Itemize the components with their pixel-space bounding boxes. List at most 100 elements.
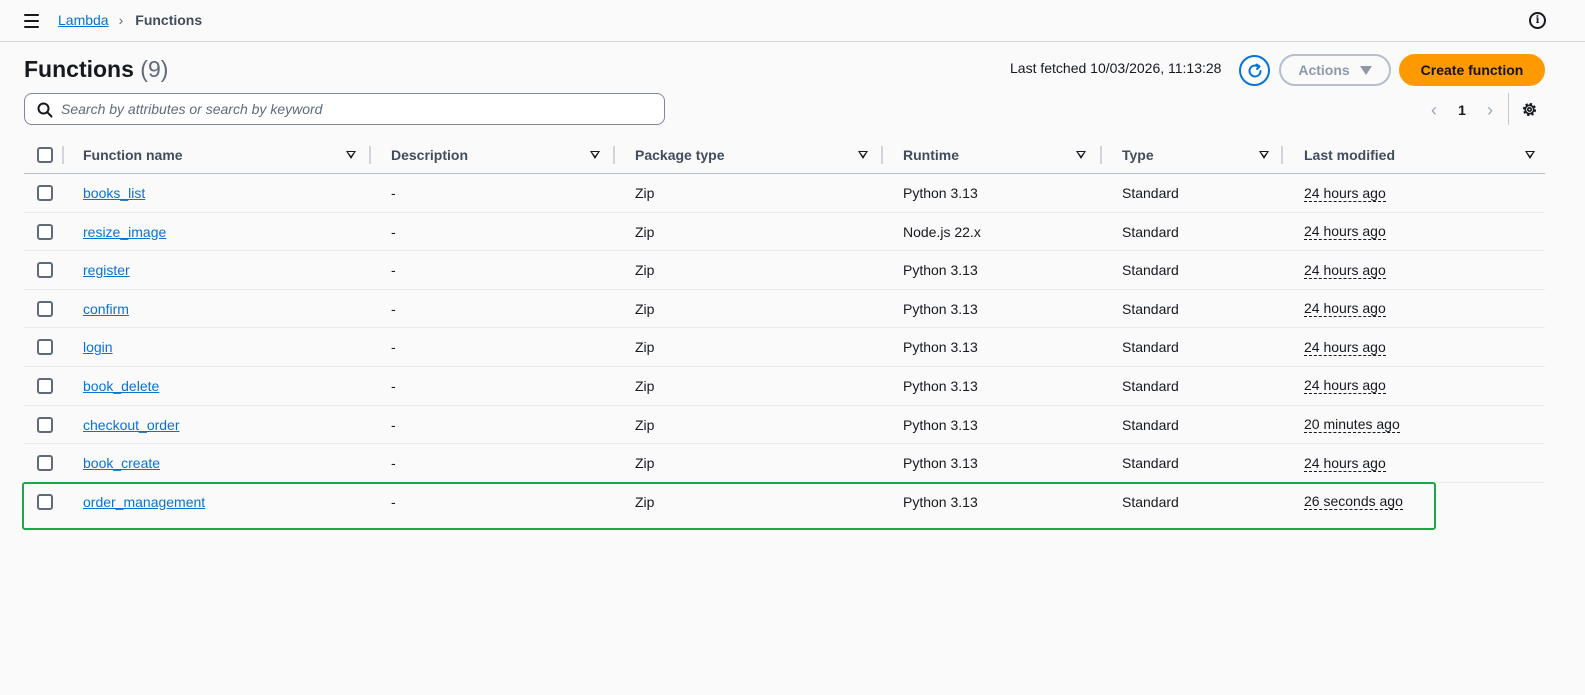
column-header-description[interactable]: Description bbox=[391, 137, 468, 173]
column-divider bbox=[1100, 146, 1102, 164]
function-name-link[interactable]: order_management bbox=[83, 494, 205, 510]
package-type-cell: Zip bbox=[635, 377, 655, 394]
description-cell: - bbox=[391, 185, 396, 201]
type-cell: Standard bbox=[1122, 339, 1179, 356]
table-row[interactable]: checkout_order - Zip Python 3.13 Standard 20 … bbox=[24, 406, 1545, 445]
runtime-cell: Node.js 22.x bbox=[903, 223, 981, 240]
sort-icon[interactable] bbox=[590, 151, 600, 159]
column-header-runtime[interactable]: Runtime bbox=[903, 137, 959, 173]
actions-dropdown-button[interactable]: Actions bbox=[1279, 54, 1391, 86]
description-cell: - bbox=[391, 455, 396, 472]
table-row[interactable]: book_create - Zip Python 3.13 Standard 24 hou… bbox=[24, 444, 1545, 483]
info-icon[interactable]: i bbox=[1529, 12, 1546, 29]
function-name-link[interactable]: resize_image bbox=[83, 224, 166, 240]
package-type-cell: Zip bbox=[635, 339, 655, 356]
table-row[interactable]: order_management - Zip Python 3.13 Standard 2… bbox=[24, 483, 1545, 522]
function-name-cell: confirm bbox=[83, 290, 129, 328]
type-cell: Standard bbox=[1122, 223, 1179, 240]
package-type-cell: Zip bbox=[635, 185, 655, 201]
function-name-cell: resize_image bbox=[83, 213, 166, 251]
function-name-link[interactable]: book_create bbox=[83, 455, 160, 471]
function-name-link[interactable]: register bbox=[83, 262, 130, 278]
last-modified-value[interactable]: 26 seconds ago bbox=[1304, 493, 1403, 511]
row-checkbox[interactable] bbox=[37, 223, 53, 240]
function-name-link[interactable]: login bbox=[83, 339, 113, 355]
package-type-cell: Zip bbox=[635, 493, 655, 510]
column-divider bbox=[613, 146, 615, 164]
sort-icon[interactable] bbox=[1259, 151, 1269, 159]
search-input[interactable] bbox=[61, 95, 651, 123]
breadcrumb: Lambda › Functions bbox=[58, 12, 202, 28]
create-function-button[interactable]: Create function bbox=[1399, 54, 1545, 86]
sort-icon[interactable] bbox=[1525, 151, 1535, 159]
row-checkbox[interactable] bbox=[37, 493, 53, 510]
column-header-package-type[interactable]: Package type bbox=[635, 137, 725, 173]
runtime-cell: Python 3.13 bbox=[903, 262, 978, 279]
last-modified-cell: 26 seconds ago bbox=[1304, 483, 1403, 521]
last-modified-value[interactable]: 24 hours ago bbox=[1304, 339, 1386, 356]
description-cell: - bbox=[391, 339, 396, 356]
row-checkbox[interactable] bbox=[37, 377, 53, 394]
runtime-cell: Python 3.13 bbox=[903, 185, 978, 201]
runtime-cell: Python 3.13 bbox=[903, 493, 978, 510]
breadcrumb-lambda-link[interactable]: Lambda bbox=[58, 12, 109, 28]
sort-icon[interactable] bbox=[1076, 151, 1086, 159]
last-modified-cell: 24 hours ago bbox=[1304, 174, 1386, 212]
table-row[interactable]: confirm - Zip Python 3.13 Standard 24 hours a… bbox=[24, 290, 1545, 329]
previous-page-button[interactable]: ‹ bbox=[1426, 100, 1442, 121]
column-divider bbox=[62, 146, 64, 164]
function-name-link[interactable]: confirm bbox=[83, 301, 129, 317]
next-page-button[interactable]: › bbox=[1482, 100, 1498, 121]
last-modified-value[interactable]: 24 hours ago bbox=[1304, 455, 1386, 472]
package-type-cell: Zip bbox=[635, 223, 655, 240]
chevron-right-icon: › bbox=[118, 12, 124, 28]
menu-icon[interactable] bbox=[24, 14, 39, 28]
last-modified-cell: 24 hours ago bbox=[1304, 328, 1386, 366]
divider bbox=[1508, 93, 1509, 125]
actions-label: Actions bbox=[1298, 62, 1350, 78]
settings-icon[interactable] bbox=[1521, 101, 1538, 118]
row-checkbox[interactable] bbox=[37, 300, 53, 317]
row-checkbox[interactable] bbox=[37, 416, 53, 433]
page-title: Functions (9) bbox=[24, 56, 168, 83]
column-header-last-modified[interactable]: Last modified bbox=[1304, 137, 1395, 173]
package-type-cell: Zip bbox=[635, 300, 655, 317]
last-modified-value[interactable]: 20 minutes ago bbox=[1304, 416, 1400, 434]
row-checkbox[interactable] bbox=[37, 455, 53, 472]
type-cell: Standard bbox=[1122, 300, 1179, 317]
runtime-cell: Python 3.13 bbox=[903, 377, 978, 394]
column-header-function-name[interactable]: Function name bbox=[83, 137, 183, 173]
last-modified-value[interactable]: 24 hours ago bbox=[1304, 185, 1386, 202]
type-cell: Standard bbox=[1122, 262, 1179, 279]
package-type-cell: Zip bbox=[635, 455, 655, 472]
package-type-cell: Zip bbox=[635, 262, 655, 279]
table-row[interactable]: books_list - Zip Python 3.13 Standard 24 hour… bbox=[24, 174, 1545, 213]
page-title-text: Functions bbox=[24, 56, 134, 82]
sort-icon[interactable] bbox=[346, 151, 356, 159]
last-modified-cell: 24 hours ago bbox=[1304, 213, 1386, 251]
table-row[interactable]: login - Zip Python 3.13 Standard 24 hours ago bbox=[24, 328, 1545, 367]
row-checkbox[interactable] bbox=[37, 262, 53, 279]
last-modified-value[interactable]: 24 hours ago bbox=[1304, 223, 1386, 241]
table-row[interactable]: register - Zip Python 3.13 Standard 24 hours … bbox=[24, 251, 1545, 290]
sort-icon[interactable] bbox=[858, 151, 868, 159]
last-modified-value[interactable]: 24 hours ago bbox=[1304, 377, 1386, 395]
last-modified-value[interactable]: 24 hours ago bbox=[1304, 262, 1386, 279]
table-row[interactable]: book_delete - Zip Python 3.13 Standard 24 hou… bbox=[24, 367, 1545, 406]
row-checkbox[interactable] bbox=[37, 339, 53, 356]
table-header: Function name Description Package type R… bbox=[24, 137, 1545, 174]
page-number-button[interactable]: 1 bbox=[1442, 102, 1482, 118]
functions-table: Function name Description Package type R… bbox=[24, 137, 1545, 521]
description-cell: - bbox=[391, 416, 396, 433]
type-cell: Standard bbox=[1122, 185, 1179, 201]
function-name-link[interactable]: books_list bbox=[83, 185, 145, 201]
function-name-cell: register bbox=[83, 251, 130, 289]
select-all-checkbox[interactable] bbox=[37, 147, 53, 163]
column-header-type[interactable]: Type bbox=[1122, 137, 1154, 173]
function-name-link[interactable]: book_delete bbox=[83, 378, 159, 394]
row-checkbox[interactable] bbox=[37, 185, 53, 201]
last-modified-value[interactable]: 24 hours ago bbox=[1304, 300, 1386, 318]
table-row[interactable]: resize_image - Zip Node.js 22.x Standard 24 h… bbox=[24, 213, 1545, 252]
function-name-link[interactable]: checkout_order bbox=[83, 417, 180, 433]
refresh-button[interactable] bbox=[1239, 55, 1270, 86]
